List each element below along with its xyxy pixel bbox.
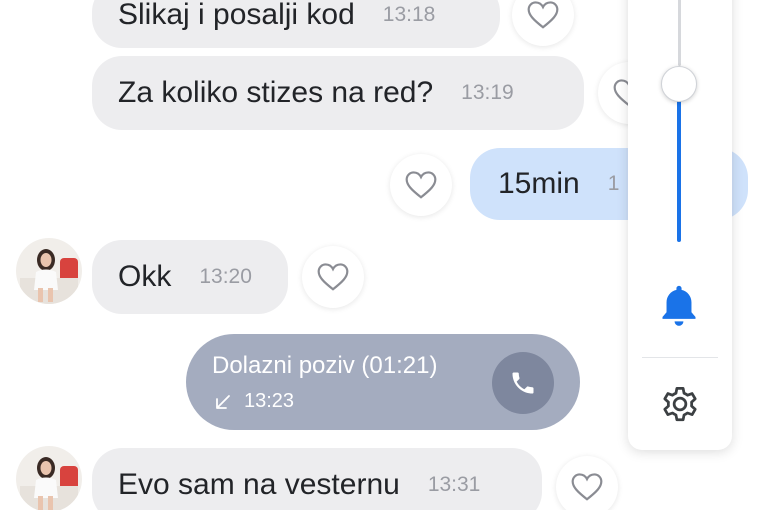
volume-slider-track[interactable] (678, 0, 681, 66)
volume-settings-button[interactable] (658, 382, 702, 431)
like-button[interactable] (512, 0, 574, 46)
panel-divider (642, 357, 718, 358)
message-time: 13:19 (461, 81, 514, 104)
heart-icon (571, 473, 603, 501)
message-time: 13:31 (427, 473, 481, 496)
gear-icon (663, 387, 697, 422)
call-log-bubble[interactable]: Dolazni poziv (01:21) 13:23 (186, 334, 580, 430)
message-bubble[interactable]: Slikaj i posalji kod 13:18 (92, 0, 500, 48)
avatar-photo (16, 238, 82, 304)
message-text: Evo sam na vesternu (118, 468, 400, 501)
chat-screen: Slikaj i posalji kod 13:18 Za koliko sti… (0, 0, 765, 510)
message-time: 13:20 (199, 265, 252, 288)
heart-icon (317, 263, 349, 291)
message-bubble[interactable]: Okk 13:20 (92, 240, 288, 314)
volume-panel (628, 0, 732, 450)
avatar-photo (16, 446, 82, 510)
message-text: 15min (498, 167, 580, 200)
message-text: Okk (118, 260, 172, 293)
like-button[interactable] (302, 246, 364, 308)
call-meta: 13:23 (214, 390, 294, 413)
volume-slider-thumb[interactable] (661, 66, 697, 102)
avatar[interactable] (16, 238, 82, 304)
message-time: 1 (607, 172, 620, 195)
like-button[interactable] (390, 154, 452, 216)
volume-slider-fill[interactable] (677, 96, 681, 242)
call-title: Dolazni poziv (01:21) (212, 352, 438, 379)
call-back-button[interactable] (492, 352, 554, 414)
like-button[interactable] (556, 456, 618, 510)
incoming-arrow-icon (216, 394, 230, 409)
heart-icon (527, 1, 559, 29)
avatar[interactable] (16, 446, 82, 510)
message-time: 13:18 (382, 3, 436, 26)
message-text: Slikaj i posalji kod (118, 0, 355, 31)
message-bubble[interactable]: Evo sam na vesternu 13:31 (92, 448, 542, 510)
ring-mode-button[interactable] (657, 282, 701, 335)
phone-icon (512, 372, 534, 394)
bell-icon (662, 285, 696, 326)
message-bubble[interactable]: Za koliko stizes na red? 13:19 (92, 56, 584, 130)
message-text: Za koliko stizes na red? (118, 76, 434, 109)
heart-icon (405, 171, 437, 199)
call-time: 13:23 (244, 390, 295, 412)
